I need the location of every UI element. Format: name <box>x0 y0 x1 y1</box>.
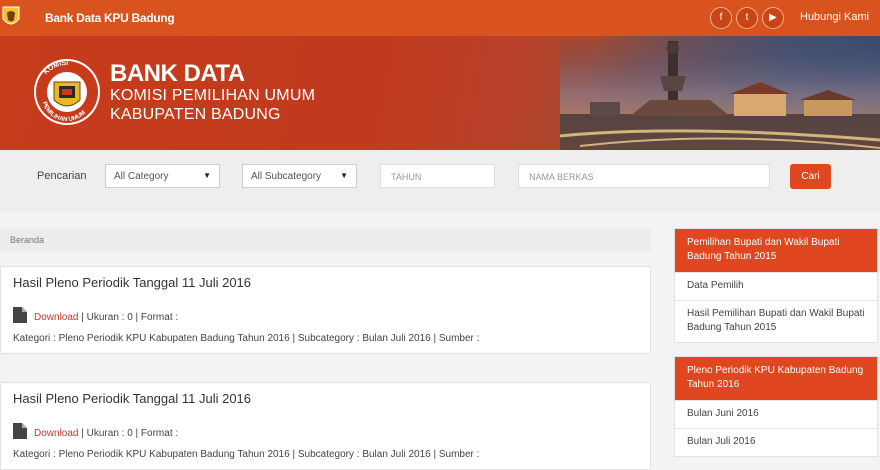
result-title[interactable]: Hasil Pleno Periodik Tanggal 11 Juli 201… <box>13 391 251 406</box>
banner-title: BANK DATA <box>110 60 245 87</box>
chevron-down-icon: ▼ <box>340 171 348 180</box>
document-icon <box>13 423 27 439</box>
filename-input[interactable]: NAMA BERKAS <box>518 164 770 188</box>
kpu-logo-icon[interactable] <box>0 5 22 29</box>
chevron-down-icon: ▼ <box>203 171 211 180</box>
breadcrumb-home[interactable]: Beranda <box>10 235 44 245</box>
result-size: | Ukuran : 0 | Format : <box>78 428 179 439</box>
result-size: | Ukuran : 0 | Format : <box>78 312 179 323</box>
sidebar-item-juli[interactable]: Bulan Juli 2016 <box>675 428 877 456</box>
result-title[interactable]: Hasil Pleno Periodik Tanggal 11 Juli 201… <box>13 275 251 290</box>
filename-placeholder: NAMA BERKAS <box>529 172 594 182</box>
category-value: All Category <box>114 171 169 182</box>
sidebar-item-hasil-pemilihan[interactable]: Hasil Pemilihan Bupati dan Wakil Bupati … <box>675 300 877 342</box>
facebook-icon[interactable]: f <box>710 7 732 29</box>
kpu-emblem-icon: KOMISI PEMILIHAN UMUM <box>34 59 100 125</box>
result-category: Kategori : Pleno Periodik KPU Kabupaten … <box>13 449 480 460</box>
subcategory-value: All Subcategory <box>251 171 322 182</box>
youtube-icon[interactable]: ▶ <box>762 7 784 29</box>
search-label: Pencarian <box>37 170 87 182</box>
banner: KOMISI PEMILIHAN UMUM BANK DATA KOMISI P… <box>0 36 880 150</box>
document-icon <box>13 307 27 323</box>
breadcrumb: Beranda <box>0 228 651 252</box>
result-meta: Download | Ukuran : 0 | Format : <box>34 312 178 323</box>
banner-subtitle: KOMISI PEMILIHAN UMUM <box>110 87 316 104</box>
year-placeholder: TAHUN <box>391 172 422 182</box>
subcategory-select[interactable]: All Subcategory ▼ <box>242 164 357 188</box>
sidebar-group-pleno: Pleno Periodik KPU Kabupaten Badung Tahu… <box>674 356 878 457</box>
contact-link[interactable]: Hubungi Kami <box>800 11 869 23</box>
download-link[interactable]: Download <box>34 312 78 323</box>
sidebar-heading[interactable]: Pemilihan Bupati dan Wakil Bupati Badung… <box>675 229 877 272</box>
top-bar: Bank Data KPU Badung f t ▶ Hubungi Kami <box>0 0 880 36</box>
result-meta: Download | Ukuran : 0 | Format : <box>34 428 178 439</box>
sidebar-heading[interactable]: Pleno Periodik KPU Kabupaten Badung Tahu… <box>675 357 877 400</box>
year-input[interactable]: TAHUN <box>380 164 495 188</box>
result-card: Hasil Pleno Periodik Tanggal 11 Juli 201… <box>0 382 651 470</box>
download-link[interactable]: Download <box>34 428 78 439</box>
banner-subtitle-region: KABUPATEN BADUNG <box>110 106 281 123</box>
result-category: Kategori : Pleno Periodik KPU Kabupaten … <box>13 333 480 344</box>
sidebar-item-data-pemilih[interactable]: Data Pemilih <box>675 272 877 300</box>
search-bar: Pencarian All Category ▼ All Subcategory… <box>0 150 880 212</box>
category-select[interactable]: All Category ▼ <box>105 164 220 188</box>
site-name[interactable]: Bank Data KPU Badung <box>45 11 175 25</box>
search-button[interactable]: Cari <box>790 164 831 189</box>
sidebar-item-juni[interactable]: Bulan Juni 2016 <box>675 400 877 428</box>
twitter-icon[interactable]: t <box>736 7 758 29</box>
city-photo <box>560 36 880 150</box>
sidebar-group-pilkada: Pemilihan Bupati dan Wakil Bupati Badung… <box>674 228 878 343</box>
result-card: Hasil Pleno Periodik Tanggal 11 Juli 201… <box>0 266 651 354</box>
